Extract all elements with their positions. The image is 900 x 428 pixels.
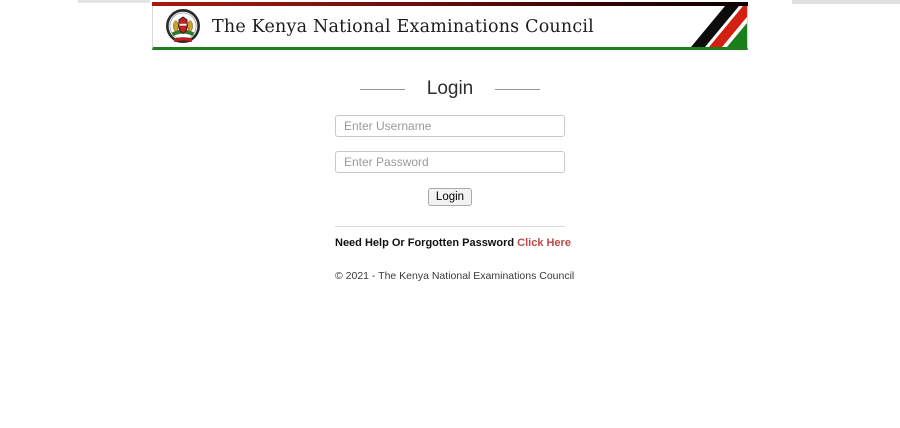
login-heading: Login [426,78,474,99]
password-input[interactable] [335,151,565,173]
heading-line-left [359,88,405,90]
top-edge-artifact-left [78,0,150,3]
divider [335,226,565,227]
help-text: Need Help Or Forgotten Password [335,237,518,249]
kenya-coat-of-arms-icon [165,8,201,43]
help-row: Need Help Or Forgotten Password Click He… [335,237,571,249]
site-title: The Kenya National Examinations Council [212,16,594,37]
username-input[interactable] [335,115,565,137]
heading-line-right [495,88,541,90]
forgot-password-link[interactable]: Click Here [517,237,571,249]
kenya-flag-stripes-icon [685,6,747,47]
banner-content: The Kenya National Examinations Council [153,6,747,47]
copyright-text: © 2021 - The Kenya National Examinations… [335,270,575,282]
login-panel: Login Login Need Help Or Forgotten Passw… [335,78,575,282]
login-heading-row: Login [335,78,565,100]
header-banner: The Kenya National Examinations Council [152,2,748,50]
top-edge-artifact-right [792,0,900,4]
page: The Kenya National Examinations Council … [0,0,900,428]
login-button[interactable]: Login [427,188,473,206]
